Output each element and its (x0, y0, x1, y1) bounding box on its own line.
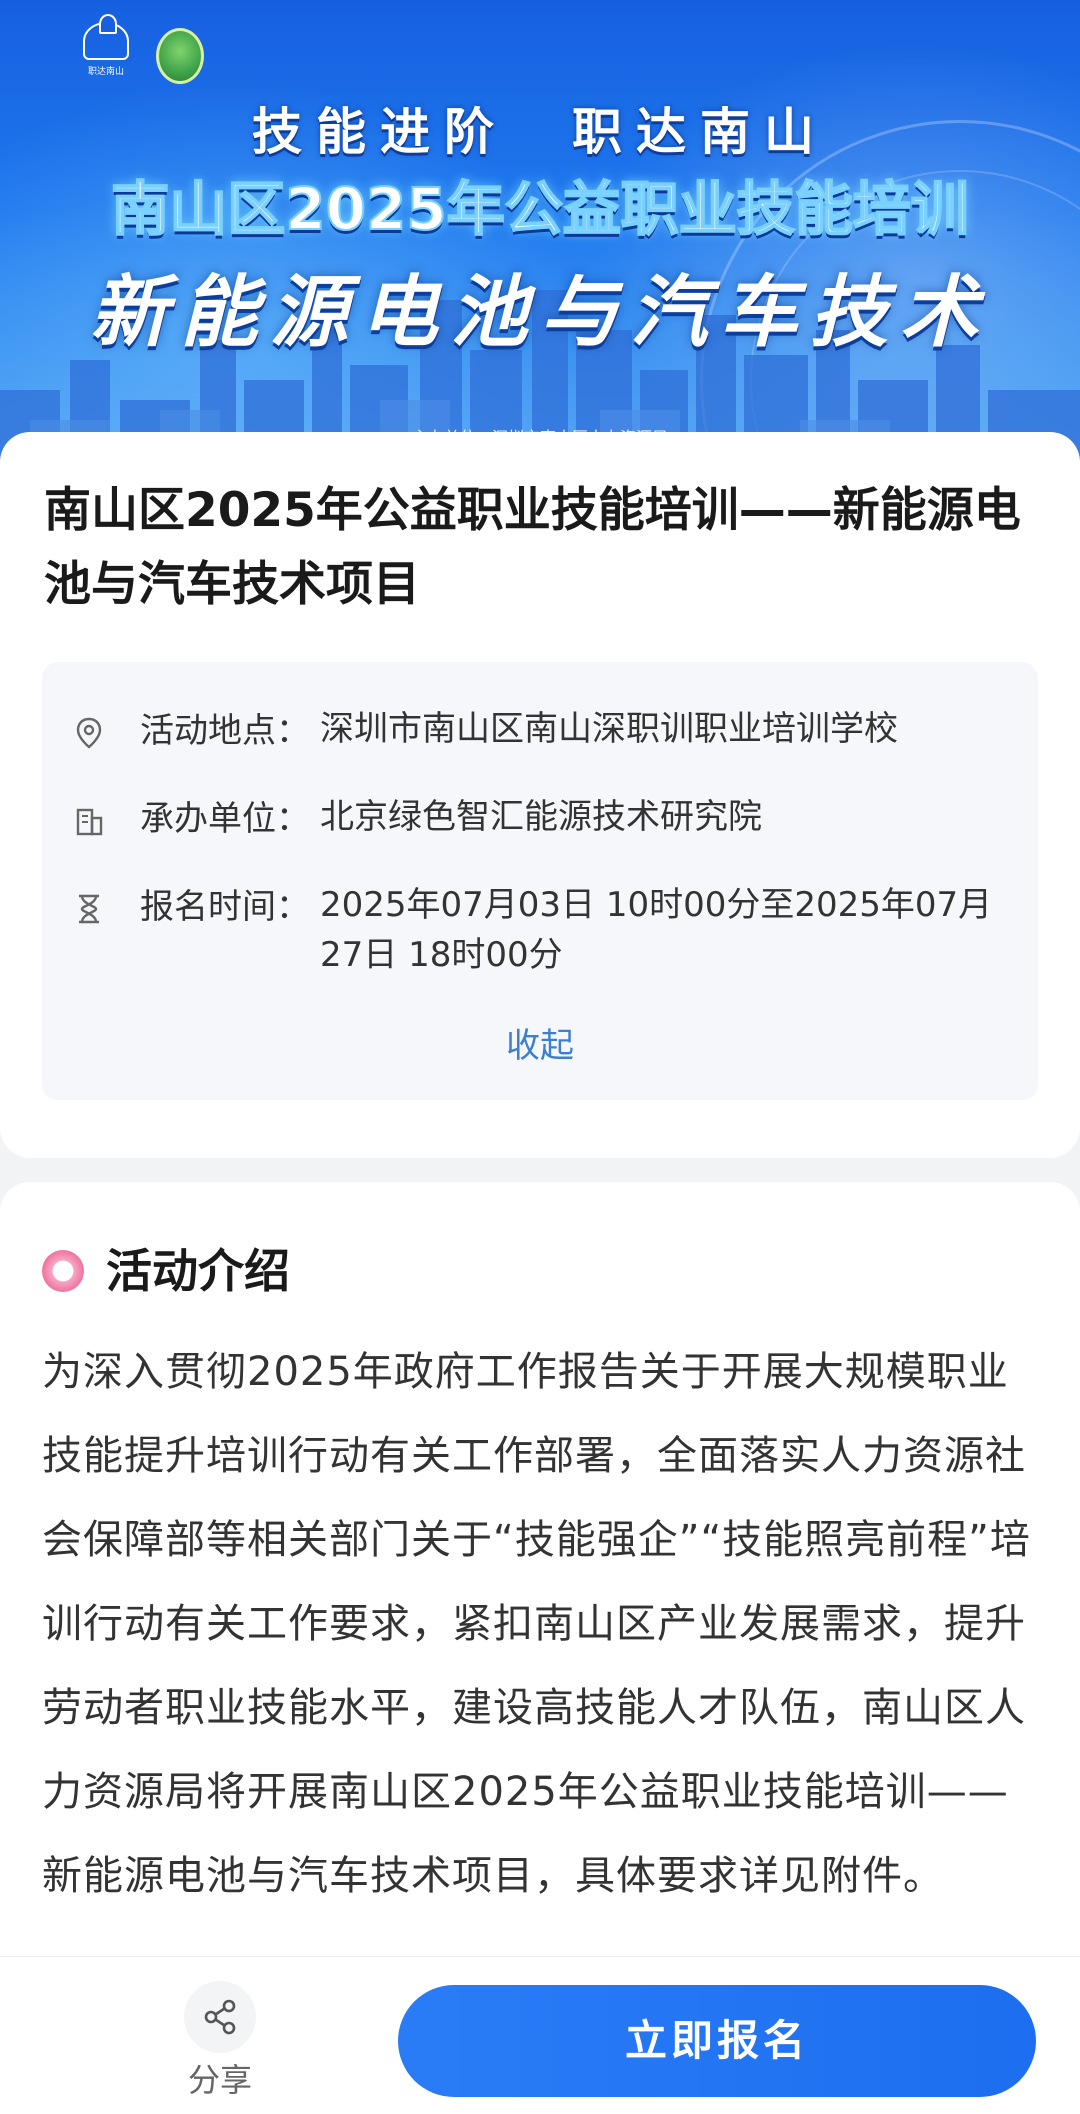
building-icon (76, 808, 103, 836)
banner-title: 南山区2025年公益职业技能培训 (110, 174, 969, 244)
share-button[interactable]: 分享 (180, 1981, 260, 2099)
info-row-organizer: 承办单位： 北京绿色智汇能源技术研究院 (42, 792, 1038, 846)
apply-now-button[interactable]: 立即报名 (398, 1985, 1036, 2097)
section-dot-icon (42, 1250, 84, 1292)
location-pin-icon (76, 717, 102, 749)
banner-slogan: 技能进阶 职达南山 (252, 102, 828, 161)
signup-time-label: 报名时间： (140, 887, 310, 927)
location-value: 深圳市南山区南山深职训职业培训学校 (320, 709, 898, 749)
organizer-value: 北京绿色智汇能源技术研究院 (320, 797, 762, 837)
info-row-location: 活动地点： 深圳市南山区南山深职训职业培训学校 (42, 704, 1038, 758)
location-label: 活动地点： (140, 711, 310, 751)
bottom-action-bar: 分享 立即报名 (0, 1956, 1080, 2114)
project-details-box: 活动地点： 深圳市南山区南山深职训职业培训学校 承办单位： 北京绿色智汇能源技术… (42, 662, 1038, 1100)
hourglass-icon (79, 894, 99, 924)
signup-time-value: 2025年07月03日 10时00分至2025年07月27日 18时00分 (320, 885, 993, 975)
intro-body-text: 为深入贯彻2025年政府工作报告关于开展大规模职业技能提升培训行动有关工作部署，… (42, 1349, 1031, 1899)
collapse-button[interactable]: 收起 (42, 1018, 1038, 1067)
brand-logo: 职达南山 (80, 14, 132, 92)
intro-heading-title: 活动介绍 (106, 1244, 290, 1298)
logo-caption: 职达南山 (87, 67, 124, 77)
share-icon (204, 1999, 236, 2035)
hero-banner: 职达南山 技能进阶 职达南山 南山区2025年公益职业技能培训 新能源电池与汽车… (0, 0, 1080, 470)
share-label: 分享 (187, 2061, 252, 2099)
banner-subtitle: 新能源电池与汽车技术 (89, 267, 990, 358)
info-row-signup-time: 报名时间： 2025年07月03日 10时00分至2025年07月27日 18时… (42, 880, 1038, 990)
project-title: 南山区2025年公益职业技能培训——新能源电池与汽车技术项目 (44, 483, 1021, 612)
organizer-label: 承办单位： (140, 799, 310, 839)
partner-logo (156, 28, 204, 84)
project-info-card: 南山区2025年公益职业技能培训——新能源电池与汽车技术项目 活动地点： 深圳市… (0, 432, 1080, 1158)
